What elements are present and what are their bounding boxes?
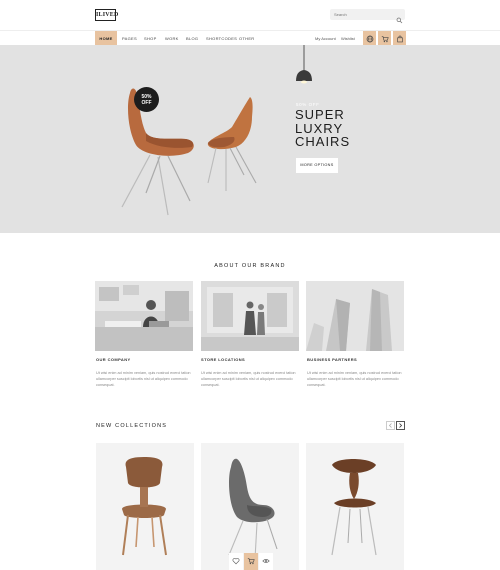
globe-button[interactable] bbox=[362, 31, 376, 46]
grey-chair-image bbox=[228, 458, 278, 560]
product-card-drop-chair[interactable] bbox=[201, 443, 299, 570]
nav-other[interactable]: OTHER bbox=[239, 31, 255, 46]
product-card-wood-chair[interactable] bbox=[96, 443, 194, 570]
card-text-stores: Ut wisi enim ad minim veniam, quis nostr… bbox=[201, 371, 296, 387]
top-bar: ILIVED bbox=[0, 0, 500, 30]
card-text-partners: Ut wisi enim ad minim veniam, quis nostr… bbox=[307, 371, 402, 387]
card-title-stores: STORE LOCATIONS bbox=[201, 357, 246, 362]
main-nav: HOME PAGES SHOP WORK BLOG SHORTCODES OTH… bbox=[0, 30, 500, 46]
nav-home[interactable]: HOME bbox=[95, 31, 117, 46]
add-to-cart-button[interactable] bbox=[244, 553, 258, 570]
store-photo bbox=[201, 281, 299, 351]
search-box bbox=[330, 9, 405, 24]
card-title-partners: BUSINESS PARTNERS bbox=[307, 357, 358, 362]
store-image[interactable] bbox=[201, 281, 299, 351]
nav-shortcodes[interactable]: SHORTCODES bbox=[206, 31, 237, 46]
eye-icon bbox=[262, 559, 270, 563]
cart-button[interactable] bbox=[377, 31, 391, 46]
chair-left bbox=[121, 88, 194, 216]
heart-icon bbox=[232, 558, 240, 565]
chevron-right-icon bbox=[399, 423, 403, 428]
discount-badge: 50% OFF bbox=[134, 87, 159, 112]
bag-button[interactable] bbox=[392, 31, 406, 46]
carousel-next-button[interactable] bbox=[396, 421, 405, 430]
quick-view-button[interactable] bbox=[259, 553, 273, 570]
search-input[interactable] bbox=[334, 9, 392, 20]
hero-title-line: SUPER bbox=[295, 107, 345, 122]
wood-chair-image bbox=[122, 457, 167, 556]
add-to-wishlist-button[interactable] bbox=[229, 553, 243, 570]
hero-title-line: LUXRY bbox=[295, 120, 344, 136]
chevron-left-icon bbox=[388, 423, 392, 428]
partners-image[interactable] bbox=[306, 281, 404, 351]
nav-work[interactable]: WORK bbox=[165, 31, 179, 46]
product-card-cherner-chair[interactable] bbox=[306, 443, 404, 570]
nav-pages[interactable]: PAGES bbox=[122, 31, 137, 46]
lamp-shade bbox=[296, 70, 312, 81]
buildings-photo bbox=[306, 281, 404, 351]
card-title-company: OUR COMPANY bbox=[96, 357, 131, 362]
card-text-company: Ut wisi enim ad minim veniam, quis nostr… bbox=[96, 371, 191, 387]
logo[interactable]: ILIVED bbox=[95, 9, 118, 21]
collections-title: NEW COLLECTIONS bbox=[96, 423, 168, 429]
badge-off: OFF bbox=[141, 100, 152, 106]
nav-shop[interactable]: SHOP bbox=[144, 31, 157, 46]
cart-icon bbox=[247, 558, 255, 565]
hero-banner bbox=[0, 45, 500, 233]
my-account-link[interactable]: My Account bbox=[315, 31, 336, 46]
brown-chair-image bbox=[331, 459, 377, 556]
hero-title: SUPER LUXRY CHAIRS bbox=[295, 108, 350, 149]
hero-title-line: CHAIRS bbox=[295, 134, 351, 149]
search-icon[interactable] bbox=[396, 11, 403, 24]
chair-right bbox=[207, 97, 257, 191]
wishlist-link[interactable]: Wishlist bbox=[341, 31, 355, 46]
nav-blog[interactable]: BLOG bbox=[186, 31, 198, 46]
more-options-button[interactable]: MORE OPTIONS bbox=[296, 158, 338, 173]
office-photo bbox=[95, 281, 193, 351]
product-actions bbox=[229, 553, 275, 570]
carousel-prev-button[interactable] bbox=[386, 421, 395, 430]
company-image[interactable] bbox=[95, 281, 193, 351]
hero-graphic bbox=[121, 45, 312, 216]
about-title: ABOUT OUR BRAND bbox=[214, 263, 286, 269]
